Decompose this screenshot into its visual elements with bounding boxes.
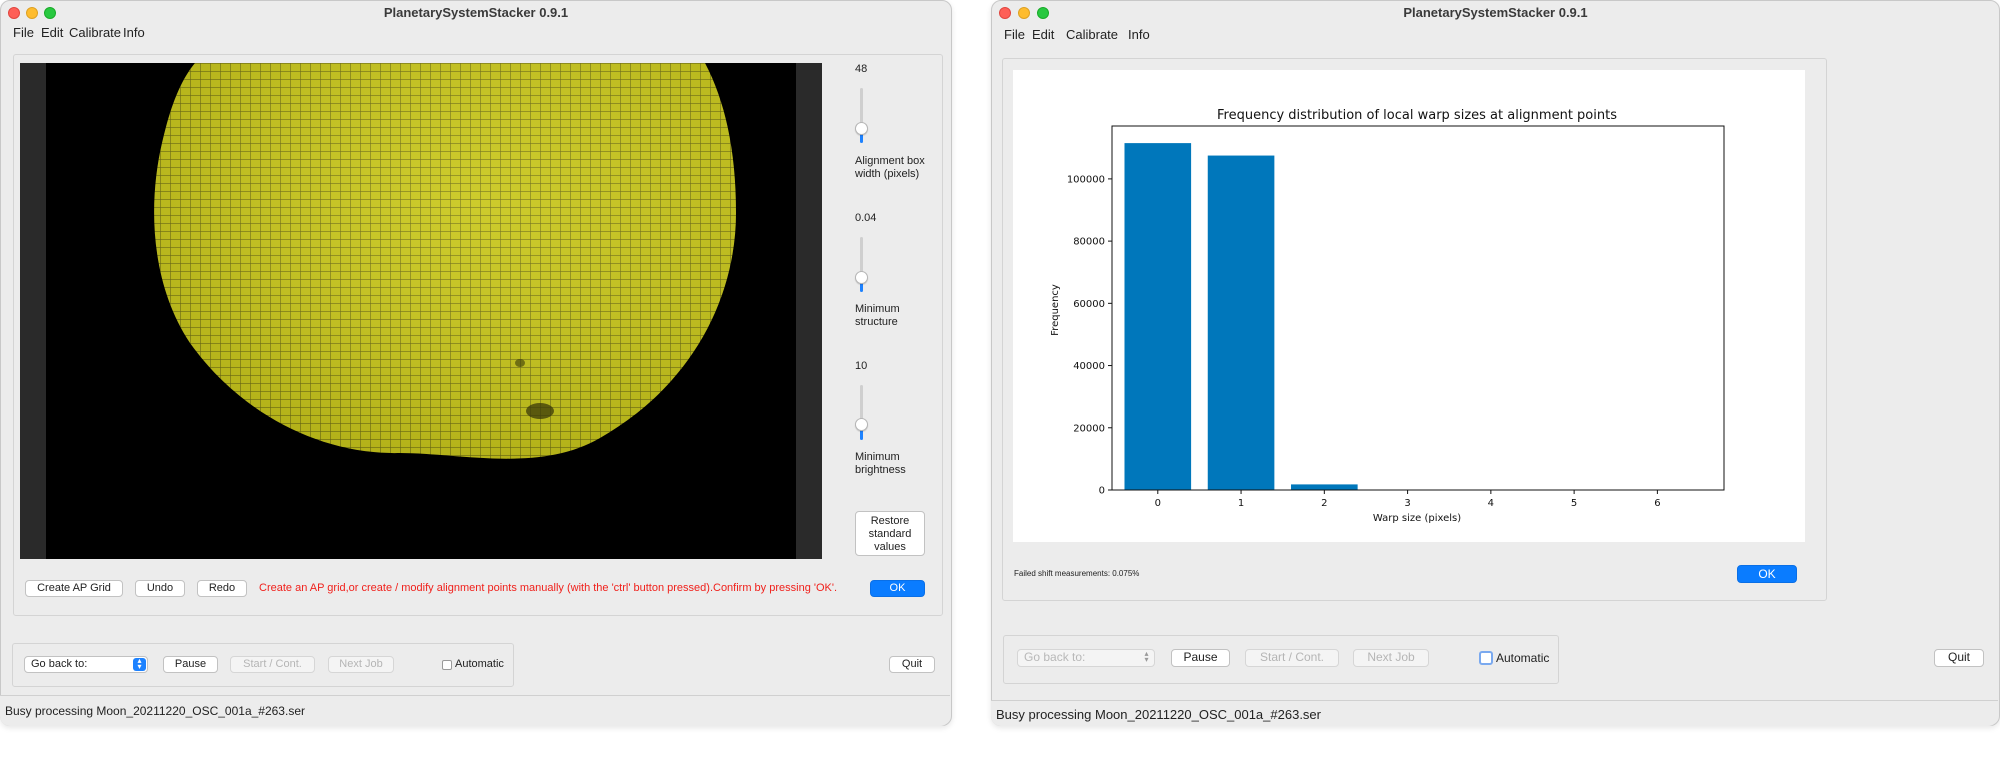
y-tick-label: 20000 — [1073, 423, 1105, 434]
x-tick-label: 1 — [1238, 498, 1244, 509]
chart-canvas: Frequency distribution of local warp siz… — [1013, 70, 1805, 542]
chart-title: Frequency distribution of local warp siz… — [1217, 108, 1617, 123]
title-bar[interactable]: PlanetarySystemStacker 0.9.1 — [992, 1, 1999, 23]
y-tick-label: 80000 — [1073, 237, 1105, 248]
go-back-select-label: Go back to: — [1024, 650, 1086, 664]
y-tick-label: 40000 — [1073, 361, 1105, 372]
status-bar: Busy processing Moon_20211220_OSC_001a_#… — [991, 700, 1998, 726]
bar-chart: Frequency distribution of local warp siz… — [1050, 108, 1725, 524]
menu-calibrate[interactable]: Calibrate — [1066, 27, 1118, 42]
x-tick-label: 2 — [1321, 498, 1327, 509]
go-back-select[interactable]: Go back to: ▴ ▾ — [24, 656, 148, 673]
x-tick-label: 0 — [1155, 498, 1161, 509]
min-structure-value: 0.04 — [855, 212, 877, 224]
bar-0 — [1124, 143, 1192, 490]
y-tick-label: 60000 — [1073, 299, 1105, 310]
x-tick-label: 6 — [1654, 498, 1660, 509]
plot-area: 0 1 2 3 4 5 6 0 20000 40000 60000 80000 100000 — [1067, 125, 1725, 509]
box-width-slider-handle[interactable] — [855, 122, 868, 135]
min-structure-slider-handle[interactable] — [855, 271, 868, 284]
automatic-checkbox[interactable] — [442, 660, 452, 670]
min-brightness-value: 10 — [855, 360, 868, 372]
box-width-caption-line2: width (pixels) — [855, 168, 920, 180]
window-title: PlanetarySystemStacker 0.9.1 — [383, 5, 569, 20]
restore-standard-values-button[interactable]: Restore standard values — [855, 511, 925, 556]
window-title: PlanetarySystemStacker 0.9.1 — [1403, 5, 1588, 20]
start-continue-button[interactable]: Start / Cont. — [230, 656, 315, 673]
automatic-label: Automatic — [1496, 651, 1550, 665]
menu-edit[interactable]: Edit — [41, 25, 63, 40]
automatic-label: Automatic — [455, 658, 504, 670]
box-width-value: 48 — [855, 63, 868, 75]
menu-file[interactable]: File — [13, 25, 34, 40]
x-tick-label: 5 — [1571, 498, 1577, 509]
restore-line3: values — [874, 541, 906, 553]
chevron-updown-icon: ▴ ▾ — [1144, 649, 1149, 664]
pause-button[interactable]: Pause — [163, 656, 218, 673]
quit-button[interactable]: Quit — [889, 656, 935, 673]
box-width-caption: Alignment box width (pixels) — [855, 155, 925, 181]
status-text: Busy processing Moon_20211220_OSC_001a_#… — [5, 704, 305, 718]
min-structure-caption-line1: Minimum — [855, 303, 900, 315]
min-brightness-slider-handle[interactable] — [855, 418, 868, 431]
failed-shift-text: Failed shift measurements: 0.075% — [1014, 569, 1140, 578]
go-back-select-label: Go back to: — [31, 658, 88, 670]
menu-calibrate[interactable]: Calibrate — [69, 25, 121, 40]
moon-image — [154, 63, 736, 459]
redo-button[interactable]: Redo — [197, 580, 247, 597]
ok-button[interactable]: OK — [1737, 565, 1797, 583]
menu-file[interactable]: File — [1004, 27, 1025, 42]
y-tick-label: 100000 — [1067, 174, 1105, 185]
min-structure-caption: Minimum structure — [855, 303, 900, 329]
menu-info[interactable]: Info — [123, 25, 145, 40]
instruction-message: Create an AP grid,or create / modify ali… — [259, 582, 838, 594]
frame-viewer[interactable] — [20, 63, 822, 559]
quit-button[interactable]: Quit — [1934, 649, 1984, 667]
box-width-caption-line1: Alignment box — [855, 155, 925, 167]
status-text: Busy processing Moon_20211220_OSC_001a_#… — [996, 707, 1321, 722]
menu-bar: File Edit Calibrate Info — [992, 25, 1999, 45]
menu-edit[interactable]: Edit — [1032, 27, 1054, 42]
min-structure-caption-line2: structure — [855, 316, 898, 328]
min-brightness-caption-line1: Minimum — [855, 451, 900, 463]
chevron-updown-icon: ▴ ▾ — [133, 657, 146, 671]
restore-line2: standard — [868, 528, 912, 540]
y-axis-label: Frequency — [1050, 284, 1061, 336]
pause-button[interactable]: Pause — [1171, 649, 1230, 667]
menu-info[interactable]: Info — [1128, 27, 1150, 42]
x-axis-label: Warp size (pixels) — [1373, 513, 1461, 524]
ok-button[interactable]: OK — [870, 580, 925, 597]
status-bar: Busy processing Moon_20211220_OSC_001a_#… — [0, 695, 950, 726]
x-tick-label: 3 — [1404, 498, 1410, 509]
plot-frame — [1111, 125, 1725, 491]
min-brightness-caption: Minimum brightness — [855, 451, 906, 477]
start-continue-button[interactable]: Start / Cont. — [1245, 649, 1339, 667]
undo-button[interactable]: Undo — [135, 580, 185, 597]
bar-1 — [1207, 155, 1275, 491]
create-ap-grid-button[interactable]: Create AP Grid — [25, 580, 123, 597]
y-tick-label: 0 — [1099, 486, 1105, 497]
min-brightness-caption-line2: brightness — [855, 464, 906, 476]
bar-2 — [1291, 484, 1358, 490]
automatic-checkbox[interactable] — [1479, 651, 1493, 665]
title-bar[interactable]: PlanetarySystemStacker 0.9.1 — [1, 1, 951, 23]
next-job-button[interactable]: Next Job — [328, 656, 394, 673]
next-job-button[interactable]: Next Job — [1353, 649, 1429, 667]
menu-bar: File Edit Calibrate Info — [1, 23, 951, 43]
go-back-select[interactable]: Go back to: ▴ ▾ — [1017, 649, 1155, 667]
restore-line1: Restore — [870, 515, 910, 527]
x-tick-label: 4 — [1488, 498, 1494, 509]
